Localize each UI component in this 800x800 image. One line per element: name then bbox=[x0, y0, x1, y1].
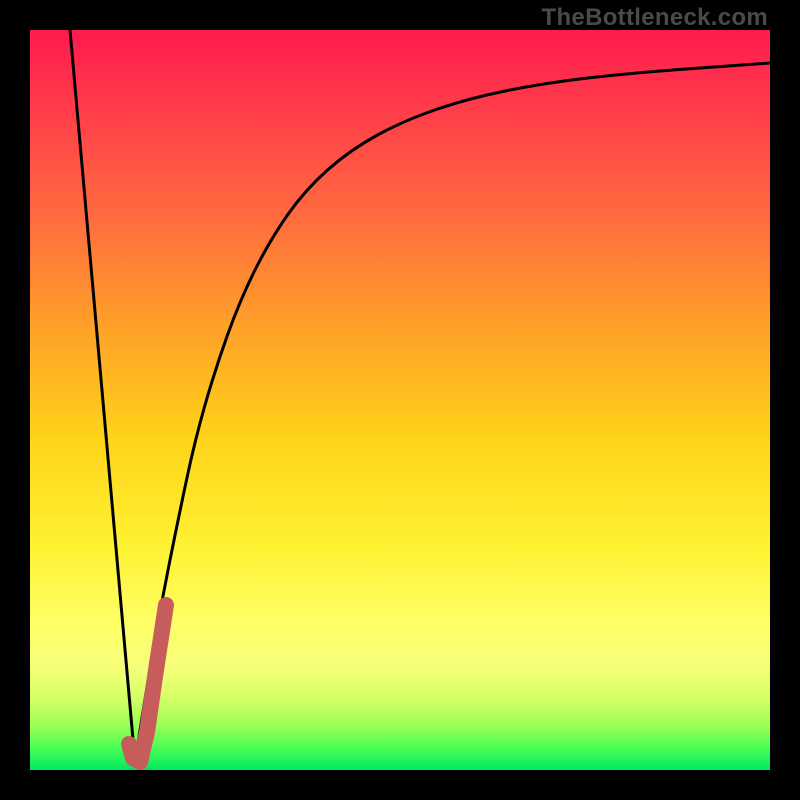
watermark-text: TheBottleneck.com bbox=[542, 4, 768, 32]
curve-right-rise bbox=[135, 63, 770, 762]
chart-svg bbox=[30, 30, 770, 770]
curve-left-descent bbox=[70, 30, 135, 762]
chart-frame: TheBottleneck.com bbox=[0, 0, 800, 800]
chart-plot-area bbox=[30, 30, 770, 770]
highlight-overlay bbox=[129, 605, 166, 762]
